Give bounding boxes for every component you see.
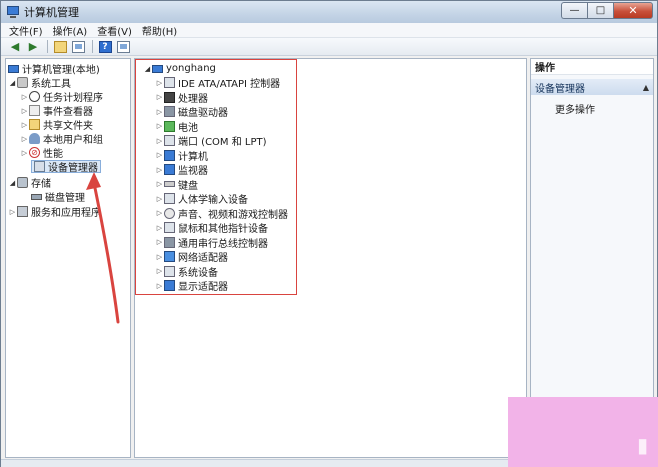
computer-icon	[8, 64, 19, 73]
toolbar-separator	[47, 40, 48, 53]
performance-icon: ⊘	[29, 147, 40, 158]
actions-section-label: 设备管理器	[535, 83, 585, 95]
console-tree-pane[interactable]: 计算机管理(本地) ◢ 系统工具 ▷ 任务计划程序 ▷ 事件查看器 ▷ 共享文件…	[5, 58, 131, 458]
menu-bar: 文件(F) 操作(A) 查看(V) 帮助(H)	[1, 23, 657, 38]
users-icon	[29, 133, 40, 144]
minimize-button[interactable]: —	[561, 2, 587, 19]
tree-item-local-users[interactable]: ▷ 本地用户和组	[20, 132, 103, 146]
close-button[interactable]: ✕	[613, 2, 653, 19]
tree-storage[interactable]: ◢ 存储	[8, 176, 51, 190]
tree-root[interactable]: 计算机管理(本地)	[8, 62, 100, 76]
tree-item-label: 本地用户和组	[43, 135, 103, 146]
properties-button[interactable]	[115, 40, 131, 54]
tree-item-shared-folders[interactable]: ▷ 共享文件夹	[20, 118, 93, 132]
device-manager-icon	[34, 161, 45, 172]
expand-arrow-icon[interactable]: ▷	[20, 93, 29, 101]
watermark: ▮	[508, 397, 658, 467]
window-controls: — □ ✕	[561, 2, 653, 19]
actions-header: 操作	[531, 59, 653, 75]
services-icon	[17, 206, 28, 217]
expand-arrow-icon[interactable]: ▷	[8, 208, 17, 216]
folder-icon	[53, 40, 67, 53]
title-bar[interactable]: 计算机管理 — □ ✕	[1, 1, 657, 23]
toolbar-separator	[92, 40, 93, 53]
expand-arrow-icon[interactable]: ▷	[20, 121, 29, 129]
expand-arrow-icon[interactable]: ▷	[20, 107, 29, 115]
tree-item-label: 共享文件夹	[43, 121, 93, 132]
tree-item-performance[interactable]: ▷ ⊘ 性能	[20, 146, 63, 160]
console-tree-icon	[71, 40, 85, 53]
clock-icon	[29, 91, 40, 102]
collapse-triangle-icon[interactable]: ▲	[643, 83, 649, 92]
tree-item-label: 磁盘管理	[45, 193, 85, 204]
event-viewer-icon	[29, 105, 40, 116]
disk-management-icon	[31, 193, 42, 200]
menu-view[interactable]: 查看(V)	[97, 23, 132, 38]
tree-storage-label: 存储	[31, 179, 51, 190]
tree-item-label: 设备管理器	[48, 163, 98, 174]
tree-system-tools-label: 系统工具	[31, 79, 71, 90]
tree-item-label: 事件查看器	[43, 107, 93, 118]
expand-arrow-icon[interactable]: ▷	[20, 149, 29, 157]
show-console-tree-button[interactable]	[70, 40, 86, 54]
shared-folder-icon	[29, 119, 40, 130]
menu-file[interactable]: 文件(F)	[9, 23, 43, 38]
properties-icon	[116, 40, 130, 53]
tree-item-task-scheduler[interactable]: ▷ 任务计划程序	[20, 90, 103, 104]
tree-item-device-manager[interactable]: 设备管理器	[31, 160, 101, 174]
forward-arrow-icon[interactable]: ▶	[25, 40, 41, 54]
highlight-box	[135, 59, 297, 295]
more-actions-link[interactable]: 更多操作	[555, 101, 595, 116]
tree-services-label: 服务和应用程序	[31, 208, 101, 219]
tree-item-event-viewer[interactable]: ▷ 事件查看器	[20, 104, 93, 118]
expand-arrow-icon[interactable]: ▷	[20, 135, 29, 143]
tree-item-label: 任务计划程序	[43, 93, 103, 104]
tree-item-disk-management[interactable]: 磁盘管理	[31, 190, 85, 204]
system-tools-icon	[17, 77, 28, 88]
tree-services[interactable]: ▷ 服务和应用程序	[8, 205, 101, 219]
help-button[interactable]: ?	[97, 40, 113, 54]
storage-icon	[17, 177, 28, 188]
tree-item-label: 性能	[43, 149, 63, 160]
actions-section-device-manager[interactable]: 设备管理器 ▲	[531, 79, 653, 95]
computer-management-icon	[6, 5, 20, 19]
tree-root-label: 计算机管理(本地)	[22, 65, 100, 76]
back-arrow-icon[interactable]: ◀	[7, 40, 23, 54]
watermark-glyph: ▮	[636, 433, 648, 457]
menu-action[interactable]: 操作(A)	[53, 23, 88, 38]
toolbar: ◀ ▶ ?	[1, 38, 657, 56]
help-icon: ?	[98, 40, 112, 53]
tree-system-tools[interactable]: ◢ 系统工具	[8, 76, 71, 90]
maximize-button[interactable]: □	[587, 2, 613, 19]
collapse-arrow-icon[interactable]: ◢	[8, 179, 17, 187]
collapse-arrow-icon[interactable]: ◢	[8, 79, 17, 87]
window-title: 计算机管理	[24, 6, 79, 19]
menu-help[interactable]: 帮助(H)	[142, 23, 177, 38]
up-folder-button[interactable]	[52, 40, 68, 54]
